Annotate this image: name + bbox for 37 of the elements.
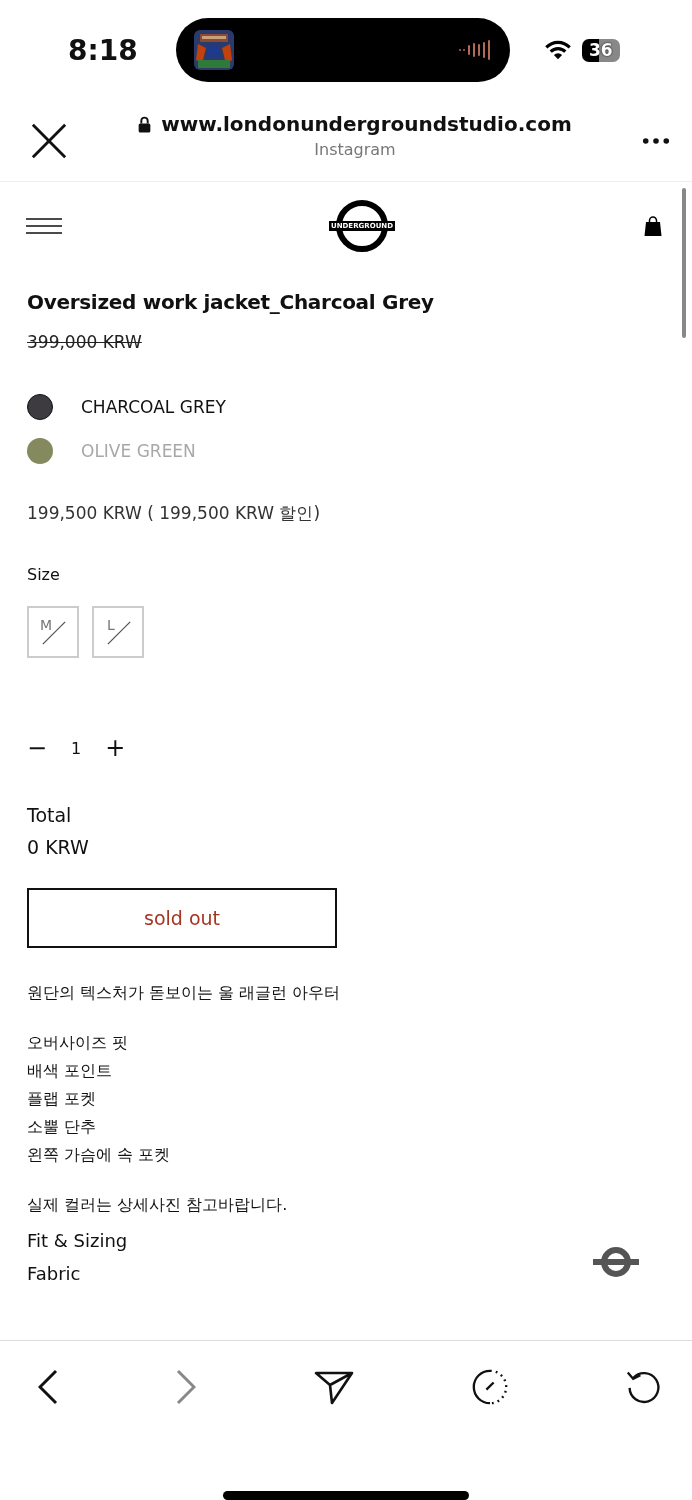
description-line: 소뿔 단추 [27,1116,98,1138]
strikethrough-icon [41,620,67,646]
description-line: 플랩 포켓 [27,1088,98,1110]
total-label: Total [27,804,72,826]
original-price: 399,000 KRW [27,332,142,352]
reload-icon[interactable] [626,1369,662,1405]
status-time: 8:18 [68,33,139,67]
menu-icon[interactable] [26,218,62,234]
total-value: 0 KRW [27,836,89,858]
increase-button[interactable]: + [105,736,126,760]
section-link[interactable]: Fit & Sizing [27,1230,128,1251]
timer-icon[interactable] [472,1369,508,1405]
sold-out-button[interactable]: sold out [27,888,337,948]
lock-icon [138,115,152,133]
description-line: 실제 컬러는 상세사진 참고바랍니다. [27,1194,289,1216]
strikethrough-icon [106,620,132,646]
shopping-bag-icon[interactable] [644,216,662,236]
description-line: 원단의 텍스처가 돋보이는 울 래글런 아우터 [27,982,341,1004]
wifi-icon [544,39,572,61]
size-label: Size [27,565,60,584]
page-source: Instagram [314,140,396,159]
product-title: Oversized work jacket_Charcoal Grey [27,290,434,314]
roundel-icon[interactable] [593,1246,639,1278]
more-icon[interactable] [642,136,670,145]
color-swatch[interactable] [27,394,53,420]
close-icon[interactable] [30,121,68,160]
section-link[interactable]: Fabric [27,1263,128,1284]
paper-plane-icon[interactable] [314,1369,354,1405]
description-line: 왼쪽 가슴에 속 포켓 [27,1144,172,1166]
description-line: 오버사이즈 핏 [27,1032,130,1054]
sale-price: 199,500 KRW ( 199,500 KRW 할인) [27,502,321,525]
color-option[interactable]: CHARCOAL GREY [81,397,226,417]
description-line: 배색 포인트 [27,1060,114,1082]
page-url: www.londonundergroundstudio.com [161,112,572,136]
decrease-button[interactable]: − [27,736,48,760]
quantity-value[interactable]: 1 [71,738,82,758]
back-icon[interactable] [38,1369,58,1405]
